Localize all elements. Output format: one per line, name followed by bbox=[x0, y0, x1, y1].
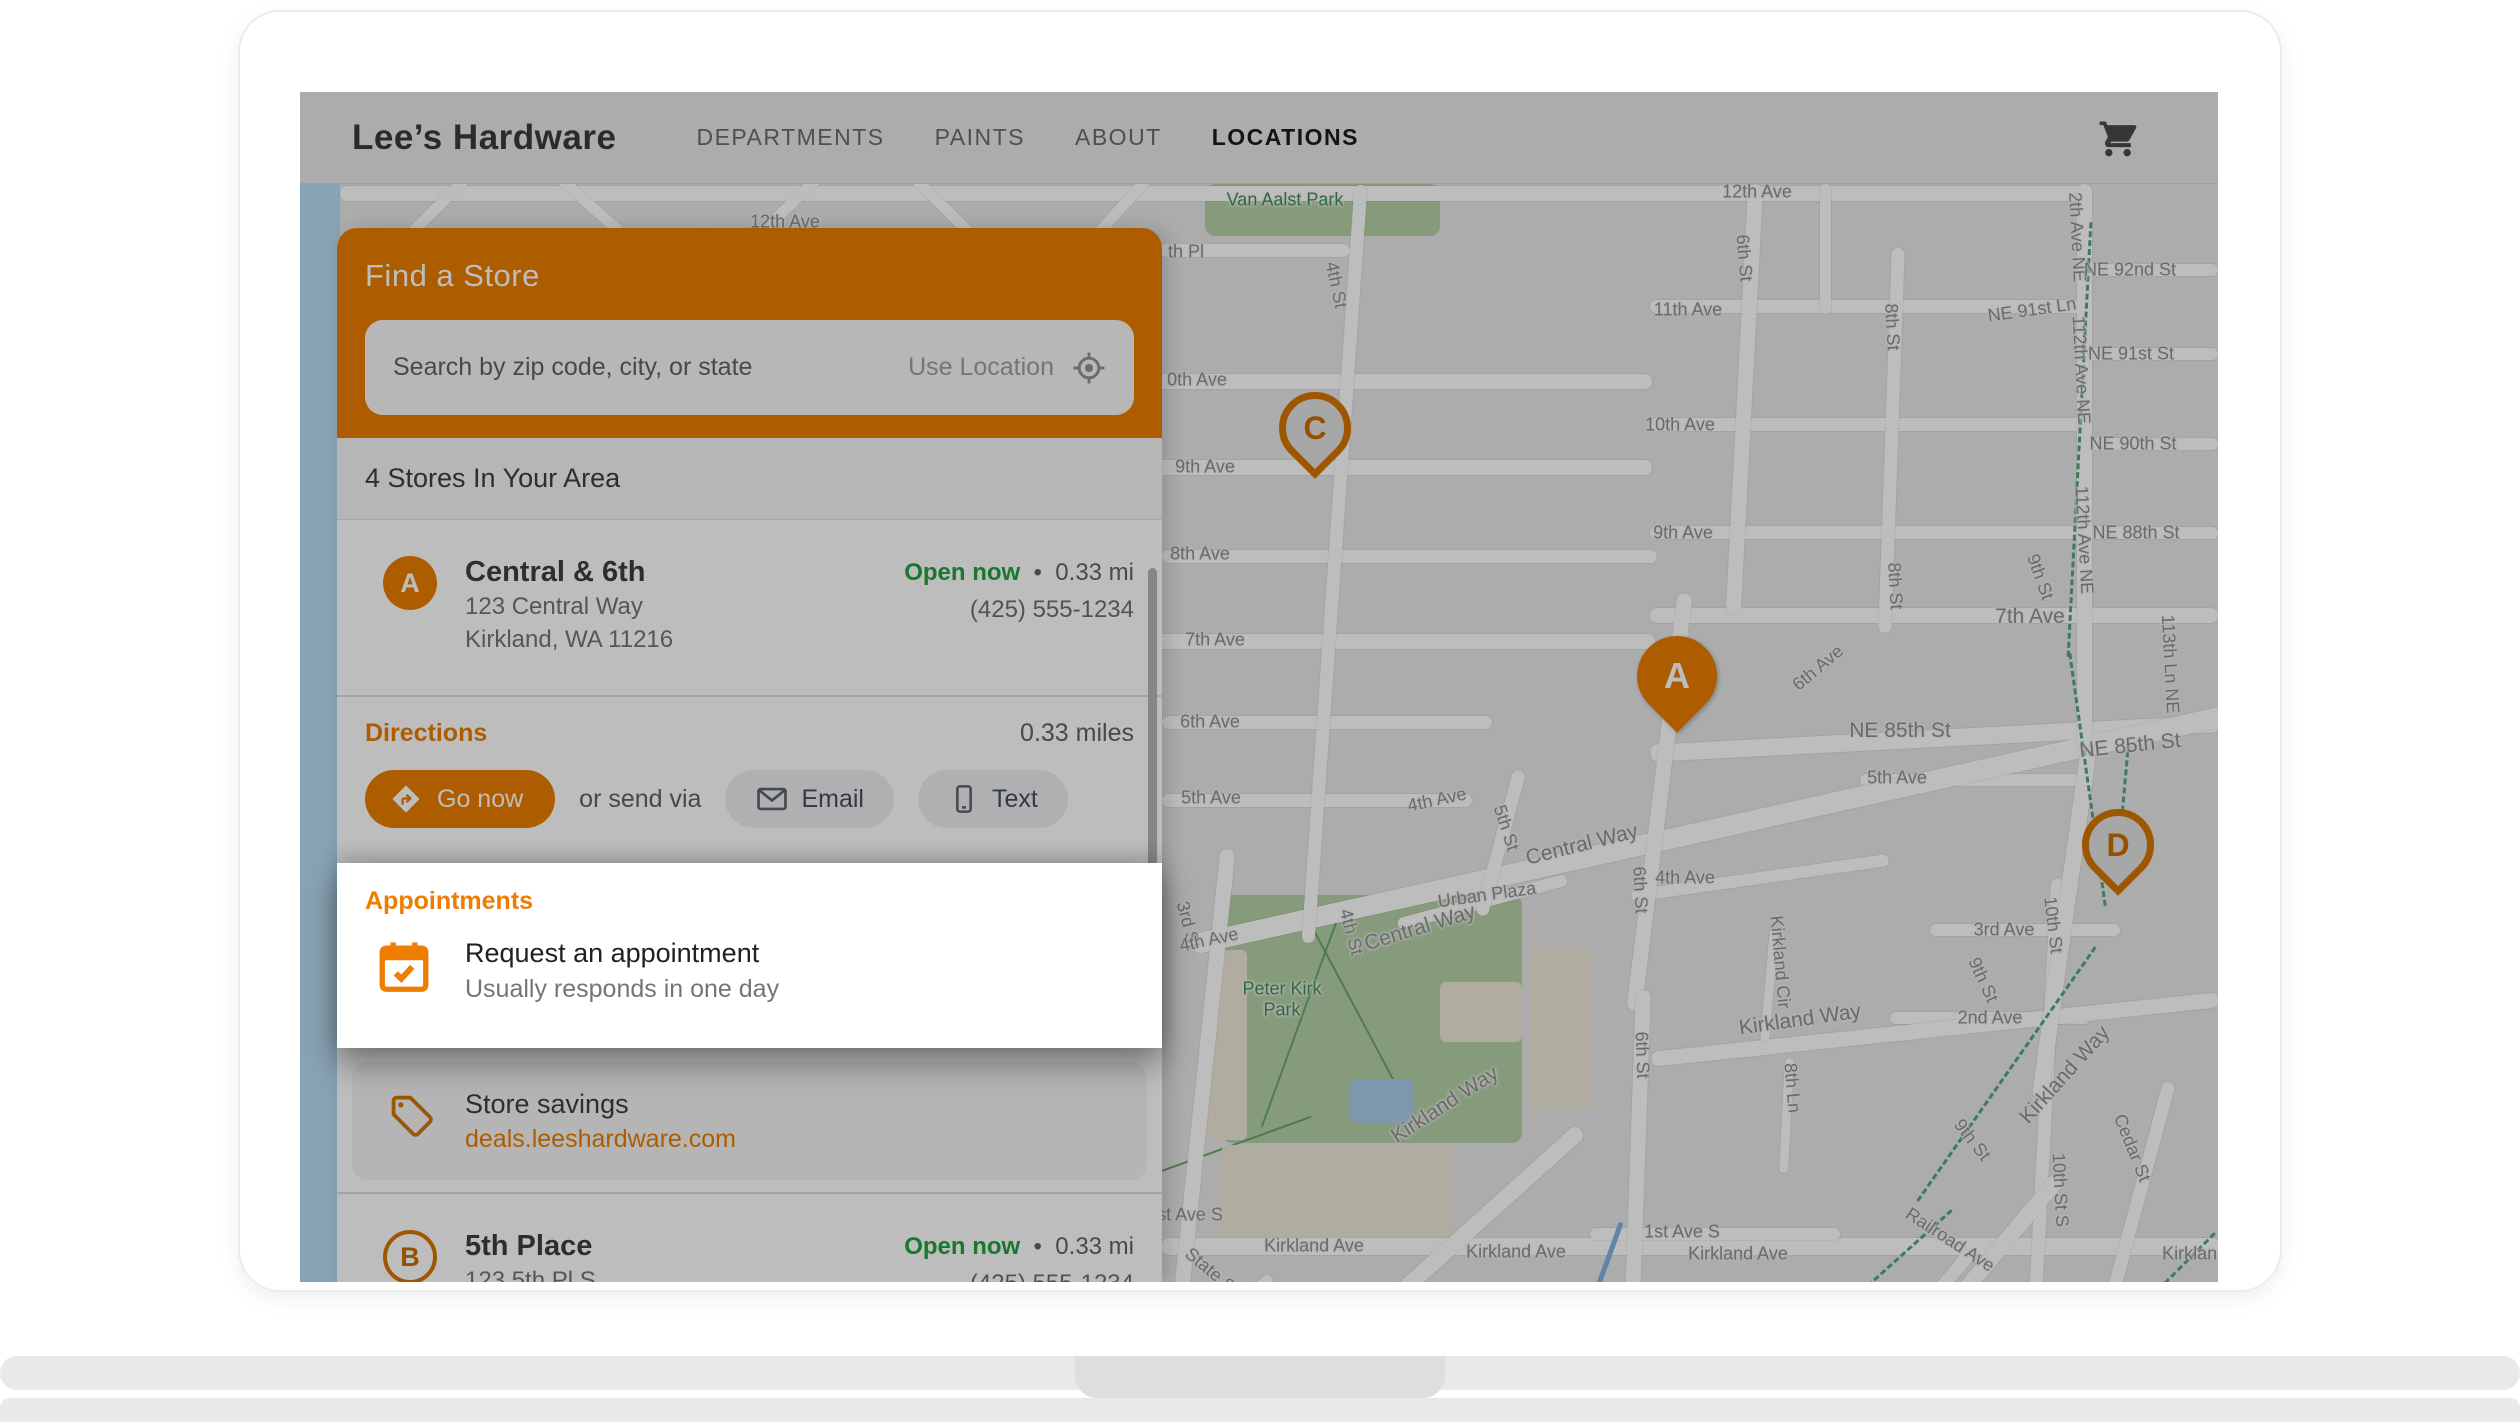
request-appointment-label: Request an appointment bbox=[465, 934, 1134, 972]
response-time-label: Usually responds in one day bbox=[465, 972, 1134, 1006]
dim-overlay bbox=[300, 92, 2218, 1282]
browser-screen: Van Aalst ParkPeter Kirk Park12th Ave11t… bbox=[300, 92, 2218, 1282]
page: { "header": { "brand": "Lee’s Hardware",… bbox=[0, 0, 2520, 1422]
laptop-base-bottom bbox=[0, 1398, 2520, 1422]
calendar-check-icon bbox=[375, 938, 433, 996]
laptop-base-notch bbox=[1075, 1356, 1445, 1398]
appointments-title: Appointments bbox=[365, 887, 1134, 916]
request-appointment-row[interactable]: Request an appointment Usually responds … bbox=[365, 934, 1134, 1006]
appointments-section[interactable]: Appointments Request an appointment Usua… bbox=[337, 863, 1162, 1048]
